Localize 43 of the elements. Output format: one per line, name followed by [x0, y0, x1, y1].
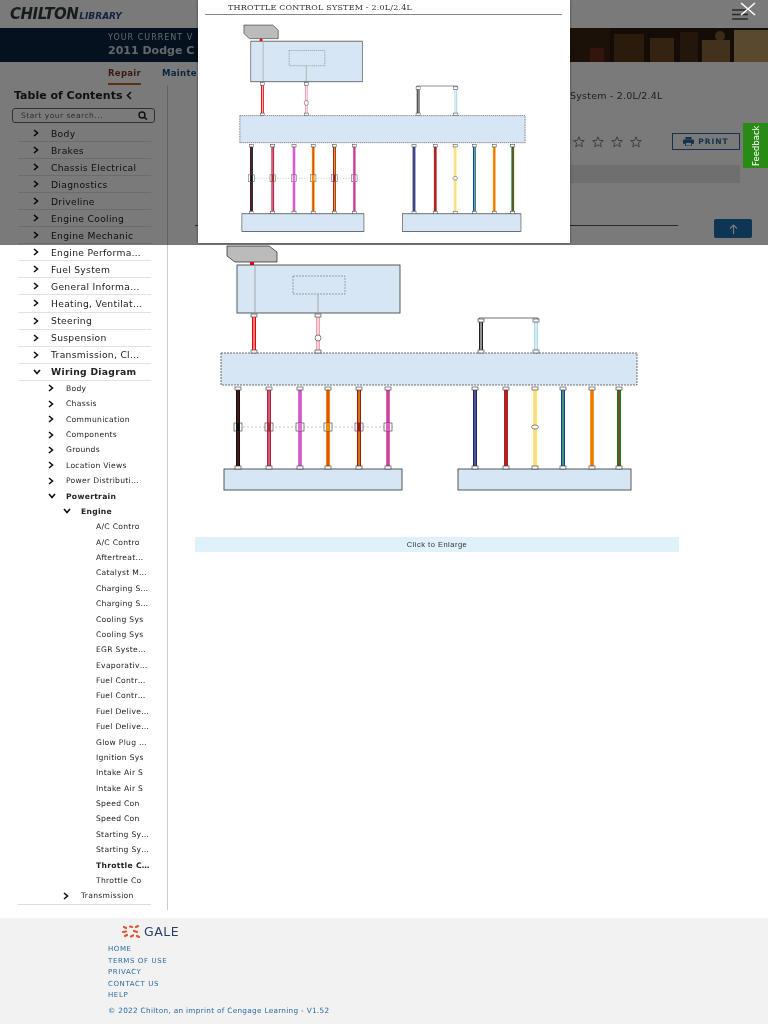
chevron-right-icon — [33, 129, 39, 137]
star-icon[interactable] — [592, 135, 604, 148]
chevron-right-icon — [63, 891, 69, 900]
chevron-down-icon — [63, 508, 71, 515]
logo-subtitle[interactable]: LIBRARY — [79, 11, 122, 21]
chevron-down-icon — [33, 368, 41, 375]
back-to-top-button[interactable] — [714, 219, 752, 238]
toc-item[interactable]: Driveline — [18, 193, 151, 211]
toc-item[interactable]: Brakes — [18, 142, 151, 160]
toc-item[interactable]: Wiring Diagram — [18, 363, 151, 381]
close-icon[interactable] — [738, 2, 758, 16]
toc-item[interactable]: General Informa… — [18, 278, 151, 296]
toc-item[interactable]: Transmission, Cl… — [18, 346, 151, 364]
star-icon[interactable] — [573, 135, 585, 148]
chevron-down-icon — [48, 493, 56, 499]
toc-item[interactable]: Engine Performa… — [18, 244, 151, 262]
up-arrow-icon — [728, 223, 738, 234]
printer-icon — [683, 137, 695, 146]
toc-item[interactable]: Engine Mechanic — [18, 227, 151, 245]
nav-tab[interactable]: Repair — [108, 68, 142, 85]
logo-text[interactable]: GALE — [144, 923, 180, 939]
search-icon[interactable] — [138, 111, 148, 120]
feedback-tab[interactable]: Feedback — [743, 123, 768, 168]
toc-item[interactable]: Heating, Ventilat… — [18, 295, 151, 313]
toc-item[interactable]: Engine Cooling — [18, 210, 151, 228]
article-title: System - 2.0L/2.4L — [569, 89, 664, 103]
banner-caption: YOUR CURRENT V — [108, 33, 195, 42]
toc-item[interactable]: Diagnostics — [18, 176, 151, 194]
sidebar-title: Table of Contents — [14, 89, 123, 102]
menu-icon[interactable] — [732, 8, 748, 20]
toc-item[interactable]: Chassis Electrical — [18, 159, 151, 177]
toc-item[interactable]: Fuel System — [18, 261, 151, 279]
logo-text[interactable]: CHILTON — [10, 5, 79, 23]
toc-item[interactable]: Suspension — [18, 329, 151, 347]
logo-icon — [122, 924, 141, 938]
toc-item[interactable]: Body — [18, 125, 151, 143]
star-icon[interactable] — [611, 135, 623, 148]
star-icon[interactable] — [630, 135, 642, 148]
vehicle-name: 2011 Dodge C — [108, 44, 195, 57]
toc-item[interactable]: Steering — [18, 312, 151, 330]
diagram-title: THROTTLE CONTROL SYSTEM - 2.0L/2.4L — [228, 3, 413, 12]
collapse-icon[interactable] — [126, 91, 133, 100]
nav-tab[interactable]: Mainte — [162, 68, 197, 85]
